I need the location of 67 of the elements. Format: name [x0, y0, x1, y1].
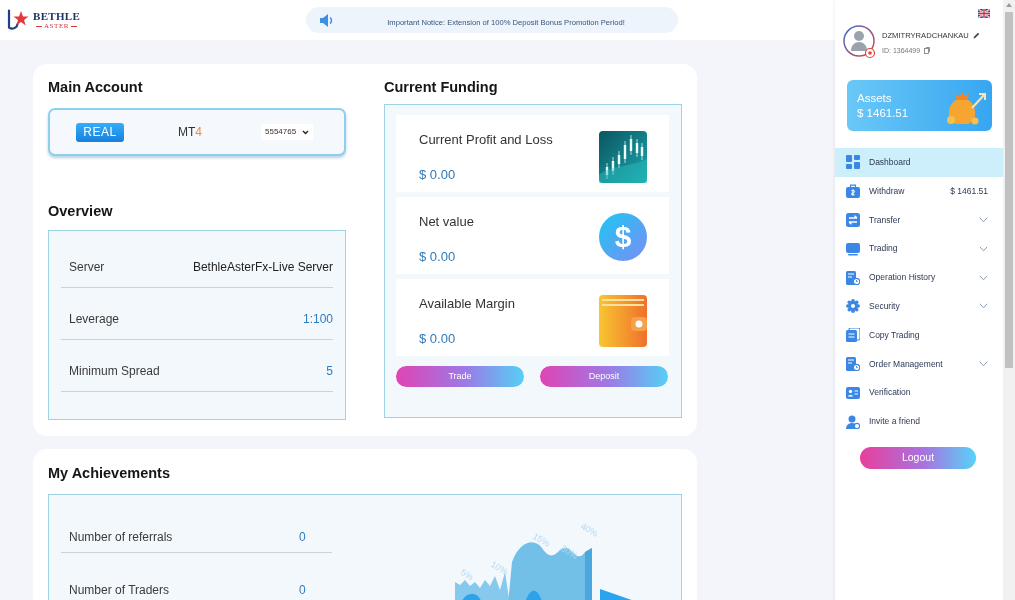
bag-icon — [846, 184, 860, 199]
percent-label: 5% — [459, 567, 476, 583]
balance-amount: $ 1461.51 — [950, 184, 988, 198]
monitor-icon — [846, 241, 860, 256]
speaker-icon — [320, 13, 335, 27]
document-clock-icon — [846, 356, 860, 371]
wave-bump — [460, 593, 482, 600]
dollar-coin-icon: $ — [599, 213, 647, 261]
section-title: Current Funding — [384, 78, 499, 97]
section-title: Main Account — [48, 78, 144, 97]
funding-value: $ 0.00 — [419, 248, 457, 266]
wallet-icon — [599, 295, 647, 347]
platform-label: MT4 — [178, 124, 202, 141]
field-label: Minimum Spread — [69, 363, 160, 379]
avatar-icon — [843, 24, 877, 60]
funding-label: Available Margin — [419, 295, 515, 313]
field-label: Number of referrals — [69, 529, 173, 545]
sidebar-item[interactable]: Security — [835, 292, 1003, 321]
chevron-down-icon — [979, 303, 988, 310]
sidebar-item[interactable]: Operation History — [835, 263, 1003, 292]
assets-amount: $ 1461.51 — [857, 105, 909, 121]
field-label: Leverage — [69, 311, 120, 327]
id-card-icon — [846, 385, 860, 400]
field-label: Number of Traders — [69, 582, 170, 599]
sidebar-item[interactable]: Order Management — [835, 349, 1003, 379]
funding-value: $ 0.00 — [419, 166, 457, 184]
sidebar-item[interactable]: Trading — [835, 234, 1003, 264]
field-value: 1:100 — [302, 311, 333, 327]
grid-icon — [846, 155, 860, 170]
candlestick-chart-icon — [599, 131, 647, 183]
funding-value: $ 0.00 — [419, 330, 457, 348]
scrollbar[interactable] — [1003, 0, 1015, 600]
sidebar-item[interactable]: Copy Trading — [835, 320, 1003, 350]
pencil-icon[interactable] — [972, 32, 980, 39]
funding-label: Current Profit and Loss — [419, 131, 553, 149]
field-value: 5 — [326, 363, 333, 379]
section-title: My Achievements — [48, 464, 171, 483]
account-select[interactable]: 5554765 — [261, 124, 314, 140]
brand-name: BETHLE — [33, 10, 81, 22]
wave-bump — [524, 590, 543, 600]
chevron-down-icon — [979, 274, 988, 281]
copy-icon[interactable] — [924, 47, 931, 54]
field-label: Server — [69, 259, 105, 275]
sidebar-item[interactable]: Invite a friend — [835, 407, 1003, 436]
chevron-down-icon — [979, 245, 988, 252]
chevron-down-icon — [979, 217, 988, 223]
field-value: 0 — [299, 529, 307, 545]
gear-icon — [846, 299, 860, 314]
arrows-icon — [846, 213, 860, 227]
field-value: 0 — [299, 582, 307, 599]
logout-button[interactable]: Logout — [860, 446, 976, 469]
assets-label: Assets — [857, 90, 893, 106]
flag-icon[interactable] — [978, 9, 990, 18]
field-value: BethleAsterFx-Live Server — [192, 259, 333, 275]
sidebar-item[interactable]: Withdraw $ 1461.51 — [835, 176, 1003, 206]
person-icon — [846, 414, 860, 429]
caret-icon — [302, 129, 310, 135]
sidebar-item[interactable]: Verification — [835, 378, 1003, 408]
account-type-badge: REAL — [76, 122, 124, 142]
chevron-down-icon — [979, 360, 988, 367]
sidebar-item[interactable]: Transfer — [835, 205, 1003, 235]
documents-icon — [846, 328, 860, 343]
logo-icon — [5, 9, 29, 31]
section-title: Overview — [48, 202, 114, 221]
funding-label: Net value — [419, 213, 474, 231]
document-clock-icon — [846, 270, 860, 285]
sidebar-item[interactable]: Dashboard — [835, 148, 1003, 177]
